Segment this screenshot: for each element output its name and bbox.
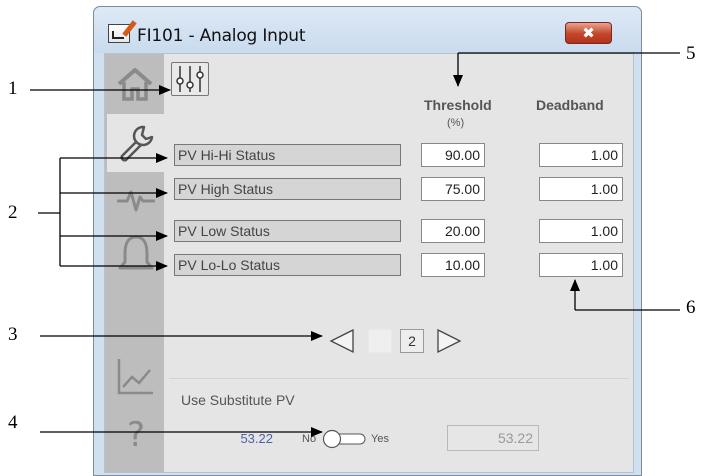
callout-6: 6 — [686, 297, 696, 318]
callout-overlay — [30, 52, 680, 437]
callout-5: 5 — [686, 43, 696, 64]
callout-2: 2 — [8, 202, 18, 223]
callout-1: 1 — [8, 78, 18, 99]
callout-4: 4 — [8, 412, 18, 433]
callout-3: 3 — [8, 324, 18, 345]
